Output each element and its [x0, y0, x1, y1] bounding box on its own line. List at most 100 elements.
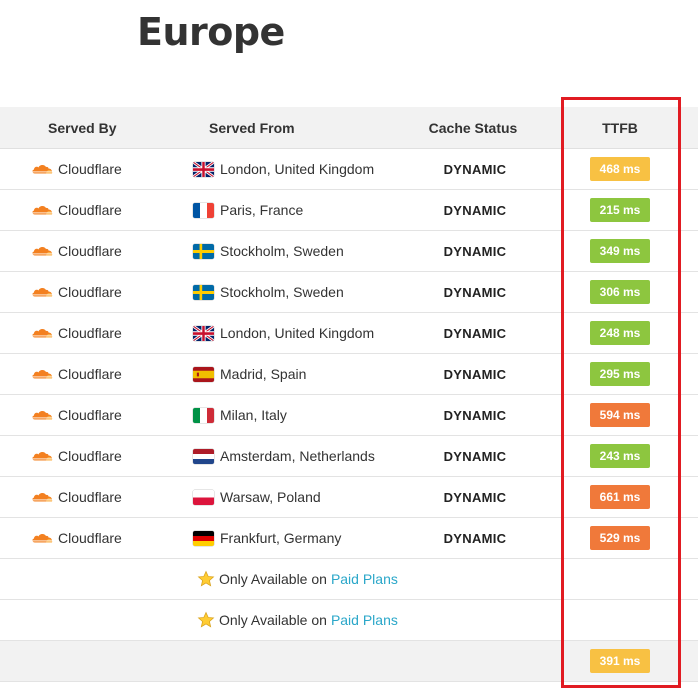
table-row: Cloudflare Milan, Italy DYNAMIC 594 ms [0, 395, 698, 436]
ttfb-badge: 594 ms [590, 403, 650, 427]
served-by-cell: Cloudflare [31, 231, 181, 271]
location-name: Stockholm, Sweden [220, 284, 344, 300]
uk-flag-icon [193, 161, 214, 177]
sweden-flag-icon [193, 243, 214, 259]
table-row: Cloudflare Frankfurt, Germany DYNAMIC 529 m… [0, 518, 698, 559]
provider-name: Cloudflare [58, 407, 122, 423]
table-row: Cloudflare Paris, France DYNAMIC 215 ms [0, 190, 698, 231]
table-body: Cloudflare London, United Kingdom DYNAMIC 4… [0, 149, 698, 559]
served-from-cell: Amsterdam, Netherlands [193, 436, 433, 476]
table-row: Cloudflare Stockholm, Sweden DYNAMIC 306 ms [0, 272, 698, 313]
cache-status-cell: DYNAMIC [400, 477, 550, 517]
served-from-cell: Madrid, Spain [193, 354, 433, 394]
served-by-cell: Cloudflare [31, 190, 181, 230]
cache-status-value: DYNAMIC [443, 366, 507, 382]
provider-name: Cloudflare [58, 161, 122, 177]
table-row: Cloudflare Warsaw, Poland DYNAMIC 661 ms [0, 477, 698, 518]
table-row: Cloudflare London, United Kingdom DYNAMIC 4… [0, 149, 698, 190]
provider-name: Cloudflare [58, 202, 122, 218]
ttfb-badge: 295 ms [590, 362, 650, 386]
location-name: Madrid, Spain [220, 366, 307, 382]
cloudflare-cloud-icon [31, 491, 58, 503]
provider-name: Cloudflare [58, 489, 122, 505]
location-name: Stockholm, Sweden [220, 243, 344, 259]
cloudflare-cloud-icon [31, 286, 58, 298]
ttfb-cell: 306 ms [565, 272, 675, 312]
france-flag-icon [193, 202, 214, 218]
paid-plan-text: Only Available on [219, 612, 327, 628]
cache-status-cell: DYNAMIC [400, 190, 550, 230]
provider-name: Cloudflare [58, 243, 122, 259]
footer-ttfb-cell: 391 ms [565, 641, 675, 681]
poland-flag-icon [193, 489, 214, 505]
cache-status-cell: DYNAMIC [400, 395, 550, 435]
star-icon [197, 570, 219, 588]
served-from-cell: London, United Kingdom [193, 313, 433, 353]
cloudflare-cloud-icon [31, 327, 58, 339]
paid-plans-link[interactable]: Paid Plans [331, 571, 398, 587]
served-by-cell: Cloudflare [31, 518, 181, 558]
cache-status-cell: DYNAMIC [400, 231, 550, 271]
ttfb-cell: 529 ms [565, 518, 675, 558]
table-header: Served By Served From Cache Status TTFB [0, 107, 698, 149]
ttfb-badge: 243 ms [590, 444, 650, 468]
cloudflare-cloud-icon [31, 204, 58, 216]
header-cache-status: Cache Status [428, 119, 518, 136]
location-name: Frankfurt, Germany [220, 530, 342, 546]
ttfb-cell: 248 ms [565, 313, 675, 353]
ttfb-badge: 468 ms [590, 157, 650, 181]
location-name: Warsaw, Poland [220, 489, 321, 505]
location-name: London, United Kingdom [220, 325, 375, 341]
paid-rows: Only Available on Paid Plans Only Availabl… [0, 559, 698, 641]
header-served-by: Served By [48, 119, 117, 136]
served-from-cell: Warsaw, Poland [193, 477, 433, 517]
sweden-flag-icon [193, 284, 214, 300]
cache-status-cell: DYNAMIC [400, 518, 550, 558]
ttfb-cell: 215 ms [565, 190, 675, 230]
cloudflare-cloud-icon [31, 450, 58, 462]
served-from-cell: Stockholm, Sweden [193, 272, 433, 312]
provider-name: Cloudflare [58, 325, 122, 341]
ttfb-badge: 306 ms [590, 280, 650, 304]
ttfb-cell: 468 ms [565, 149, 675, 189]
served-from-cell: Frankfurt, Germany [193, 518, 433, 558]
cloudflare-cloud-icon [31, 368, 58, 380]
cloudflare-cloud-icon [31, 163, 58, 175]
paid-plans-link[interactable]: Paid Plans [331, 612, 398, 628]
served-from-cell: London, United Kingdom [193, 149, 433, 189]
cache-status-value: DYNAMIC [443, 161, 507, 177]
served-by-cell: Cloudflare [31, 436, 181, 476]
cache-status-cell: DYNAMIC [400, 313, 550, 353]
cache-status-value: DYNAMIC [443, 284, 507, 300]
table-footer: 391 ms [0, 641, 698, 682]
netherlands-flag-icon [193, 448, 214, 464]
ttfb-cell: 295 ms [565, 354, 675, 394]
cache-status-value: DYNAMIC [443, 325, 507, 341]
results-table: Served By Served From Cache Status TTFB … [0, 107, 698, 682]
header-ttfb: TTFB [602, 119, 638, 136]
provider-name: Cloudflare [58, 284, 122, 300]
served-by-cell: Cloudflare [31, 313, 181, 353]
germany-flag-icon [193, 530, 214, 546]
cache-status-value: DYNAMIC [443, 489, 507, 505]
average-ttfb-badge: 391 ms [590, 649, 650, 673]
served-by-cell: Cloudflare [31, 272, 181, 312]
ttfb-cell: 243 ms [565, 436, 675, 476]
spain-flag-icon [193, 366, 214, 382]
served-from-cell: Stockholm, Sweden [193, 231, 433, 271]
served-by-cell: Cloudflare [31, 477, 181, 517]
paid-plan-row: Only Available on Paid Plans [0, 600, 698, 641]
cloudflare-cloud-icon [31, 532, 58, 544]
paid-plan-note: Only Available on Paid Plans [197, 559, 398, 599]
cache-status-cell: DYNAMIC [400, 436, 550, 476]
table-row: Cloudflare Amsterdam, Netherlands DYNAMIC 2… [0, 436, 698, 477]
ttfb-badge: 529 ms [590, 526, 650, 550]
table-row: Cloudflare Stockholm, Sweden DYNAMIC 349 ms [0, 231, 698, 272]
cloudflare-cloud-icon [31, 409, 58, 421]
location-name: Paris, France [220, 202, 304, 218]
cache-status-value: DYNAMIC [443, 407, 507, 423]
ttfb-cell: 594 ms [565, 395, 675, 435]
paid-plan-note: Only Available on Paid Plans [197, 600, 398, 640]
table-row: Cloudflare Madrid, Spain DYNAMIC 295 ms [0, 354, 698, 395]
cache-status-cell: DYNAMIC [400, 149, 550, 189]
